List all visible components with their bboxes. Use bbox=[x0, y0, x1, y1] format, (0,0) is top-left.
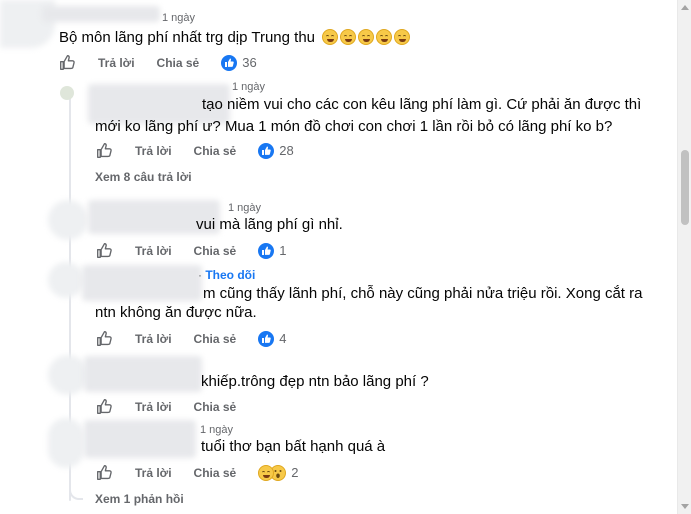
share-button[interactable]: Chia sẻ bbox=[194, 244, 237, 258]
author-name-blurred bbox=[84, 420, 196, 458]
scroll-up-arrow-icon[interactable] bbox=[681, 5, 689, 10]
avatar-blurred bbox=[48, 200, 88, 240]
reaction-count: 2 bbox=[291, 465, 299, 480]
reaction-summary[interactable]: 2 bbox=[258, 464, 299, 481]
comment-actions: Trả lời Chia sẻ 1 bbox=[96, 242, 286, 259]
comment-text: tuổi thơ bạn bất hạnh quá à bbox=[201, 438, 386, 455]
avatar-blurred bbox=[48, 355, 88, 395]
reaction-summary[interactable]: 28 bbox=[258, 142, 294, 159]
share-button[interactable]: Chia sẻ bbox=[194, 332, 237, 346]
reply-thread-curve bbox=[69, 482, 83, 500]
scrollbar-thumb[interactable] bbox=[681, 150, 689, 225]
share-button[interactable]: Chia sẻ bbox=[194, 400, 237, 414]
follow-label[interactable]: Theo dõi bbox=[205, 268, 255, 282]
comment-text: vui mà lãng phí gì nhỉ. bbox=[196, 216, 343, 233]
share-button[interactable]: Chia sẻ bbox=[194, 466, 237, 480]
reply-button[interactable]: Trả lời bbox=[135, 144, 172, 158]
haha-emoji-icon bbox=[258, 464, 275, 481]
thumbs-up-outline-icon[interactable] bbox=[96, 330, 113, 347]
like-badge-icon bbox=[258, 142, 275, 159]
reaction-summary[interactable]: 4 bbox=[258, 330, 287, 347]
author-name-blurred bbox=[42, 6, 160, 22]
reply-button[interactable]: Trả lời bbox=[135, 332, 172, 346]
like-badge-icon bbox=[258, 242, 275, 259]
comment-text-line: m cũng thấy lãnh phí, chỗ này cũng phải … bbox=[203, 285, 643, 302]
avatar-blurred bbox=[48, 262, 84, 298]
thumbs-up-outline-icon[interactable] bbox=[96, 142, 113, 159]
reply-button[interactable]: Trả lời bbox=[135, 400, 172, 414]
view-replies-link[interactable]: Xem 8 câu trả lời bbox=[95, 170, 192, 184]
comment-time: 1 ngày bbox=[232, 81, 266, 93]
reaction-count: 4 bbox=[279, 331, 287, 346]
reaction-count: 36 bbox=[242, 55, 257, 70]
comment-text-content: Bộ môn lãng phí nhất trg dịp Trung thu bbox=[59, 29, 316, 46]
comment-text: khiếp.trông đẹp ntn bảo lãng phí ? bbox=[201, 373, 429, 390]
avatar-blurred bbox=[48, 418, 84, 468]
scroll-down-arrow-icon[interactable] bbox=[681, 504, 689, 509]
thumbs-up-outline-icon[interactable] bbox=[96, 464, 113, 481]
comment-text-line: ntn không ăn được nữa. bbox=[95, 304, 257, 321]
reaction-count: 1 bbox=[279, 243, 287, 258]
reaction-summary[interactable]: 1 bbox=[258, 242, 287, 259]
reply-button[interactable]: Trả lời bbox=[135, 244, 172, 258]
author-name-blurred bbox=[84, 356, 202, 392]
comment-actions: Trả lời Chia sẻ 28 bbox=[96, 142, 294, 159]
comment-text: Bộ môn lãng phí nhất trg dịp Trung thu bbox=[59, 27, 412, 49]
avatar bbox=[60, 86, 74, 100]
comment-time: 1 ngày bbox=[228, 202, 262, 214]
author-name-blurred bbox=[82, 265, 202, 301]
thumbs-up-outline-icon[interactable] bbox=[96, 242, 113, 259]
reply-button[interactable]: Trả lời bbox=[135, 466, 172, 480]
share-button[interactable]: Chia sẻ bbox=[157, 56, 200, 70]
share-button[interactable]: Chia sẻ bbox=[194, 144, 237, 158]
comment-time: 1 ngày bbox=[162, 12, 196, 24]
vertical-scrollbar[interactable] bbox=[677, 0, 691, 514]
follow-link[interactable]: · Theo dõi bbox=[198, 268, 255, 282]
comment-actions: Trả lời Chia sẻ 4 bbox=[96, 330, 286, 347]
reply-button[interactable]: Trả lời bbox=[98, 56, 135, 70]
reaction-summary[interactable]: 36 bbox=[221, 54, 257, 71]
like-badge-icon bbox=[258, 330, 275, 347]
comment-time: 1 ngày bbox=[200, 424, 234, 436]
like-badge-icon bbox=[221, 54, 238, 71]
comment-text-line: mới ko lãng phí ư? Mua 1 món đồ chơi con… bbox=[95, 118, 613, 135]
thumbs-up-outline-icon[interactable] bbox=[59, 54, 76, 71]
grin-emoji-icon bbox=[322, 29, 412, 46]
view-replies-link[interactable]: Xem 1 phản hồi bbox=[95, 492, 184, 506]
comment-text-line: tạo niềm vui cho các con kêu lãng phí là… bbox=[202, 96, 642, 113]
thumbs-up-outline-icon[interactable] bbox=[96, 398, 113, 415]
comment-actions: Trả lời Chia sẻ 36 bbox=[59, 54, 257, 71]
comment-actions: Trả lời Chia sẻ 2 bbox=[96, 464, 298, 481]
reaction-count: 28 bbox=[279, 143, 294, 158]
comment-actions: Trả lời Chia sẻ bbox=[96, 398, 258, 415]
